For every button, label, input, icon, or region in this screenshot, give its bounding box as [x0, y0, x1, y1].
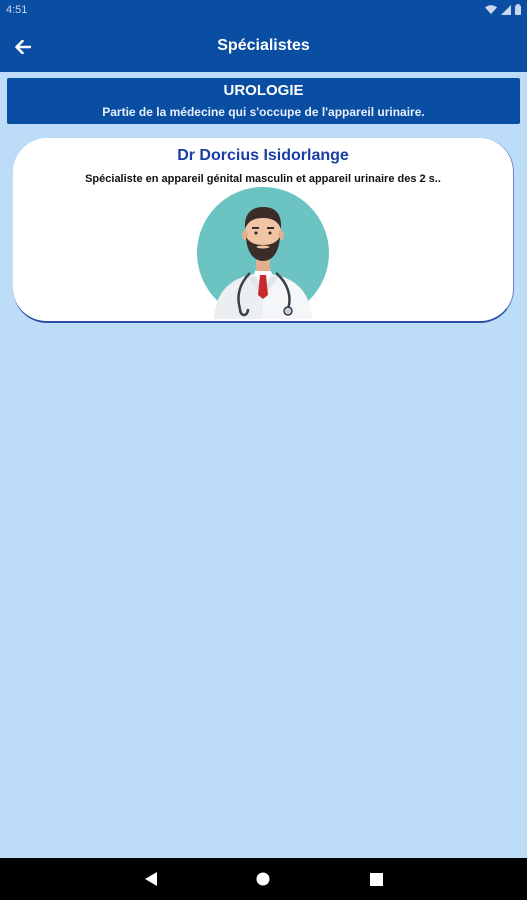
app-bar: Spécialistes [0, 22, 527, 72]
status-time: 4:51 [6, 4, 28, 16]
navigation-bar [0, 858, 527, 900]
category-name: UROLOGIE [223, 82, 304, 99]
status-bar: 4:51 [0, 0, 527, 22]
doctor-name: Dr Dorcius Isidorlange [177, 147, 349, 164]
recents-square-icon [369, 872, 383, 886]
wifi-icon [485, 4, 497, 14]
doctor-description: Spécialiste en appareil génital masculin… [85, 173, 441, 185]
page-title: Spécialistes [217, 37, 310, 54]
battery-icon [515, 4, 521, 15]
signal-icon [501, 4, 511, 15]
nav-recents-button[interactable] [367, 870, 385, 888]
nav-back-button[interactable] [142, 870, 160, 888]
nav-home-button[interactable] [254, 870, 272, 888]
category-description: Partie de la médecine qui s'occupe de l'… [102, 105, 425, 119]
home-circle-icon [256, 872, 270, 886]
category-banner: UROLOGIE Partie de la médecine qui s'occ… [7, 78, 520, 124]
status-icons [485, 4, 521, 15]
doctor-avatar [197, 187, 329, 319]
doctor-card[interactable]: Dr Dorcius Isidorlange Spécialiste en ap… [13, 138, 514, 323]
back-triangle-icon [145, 872, 157, 886]
